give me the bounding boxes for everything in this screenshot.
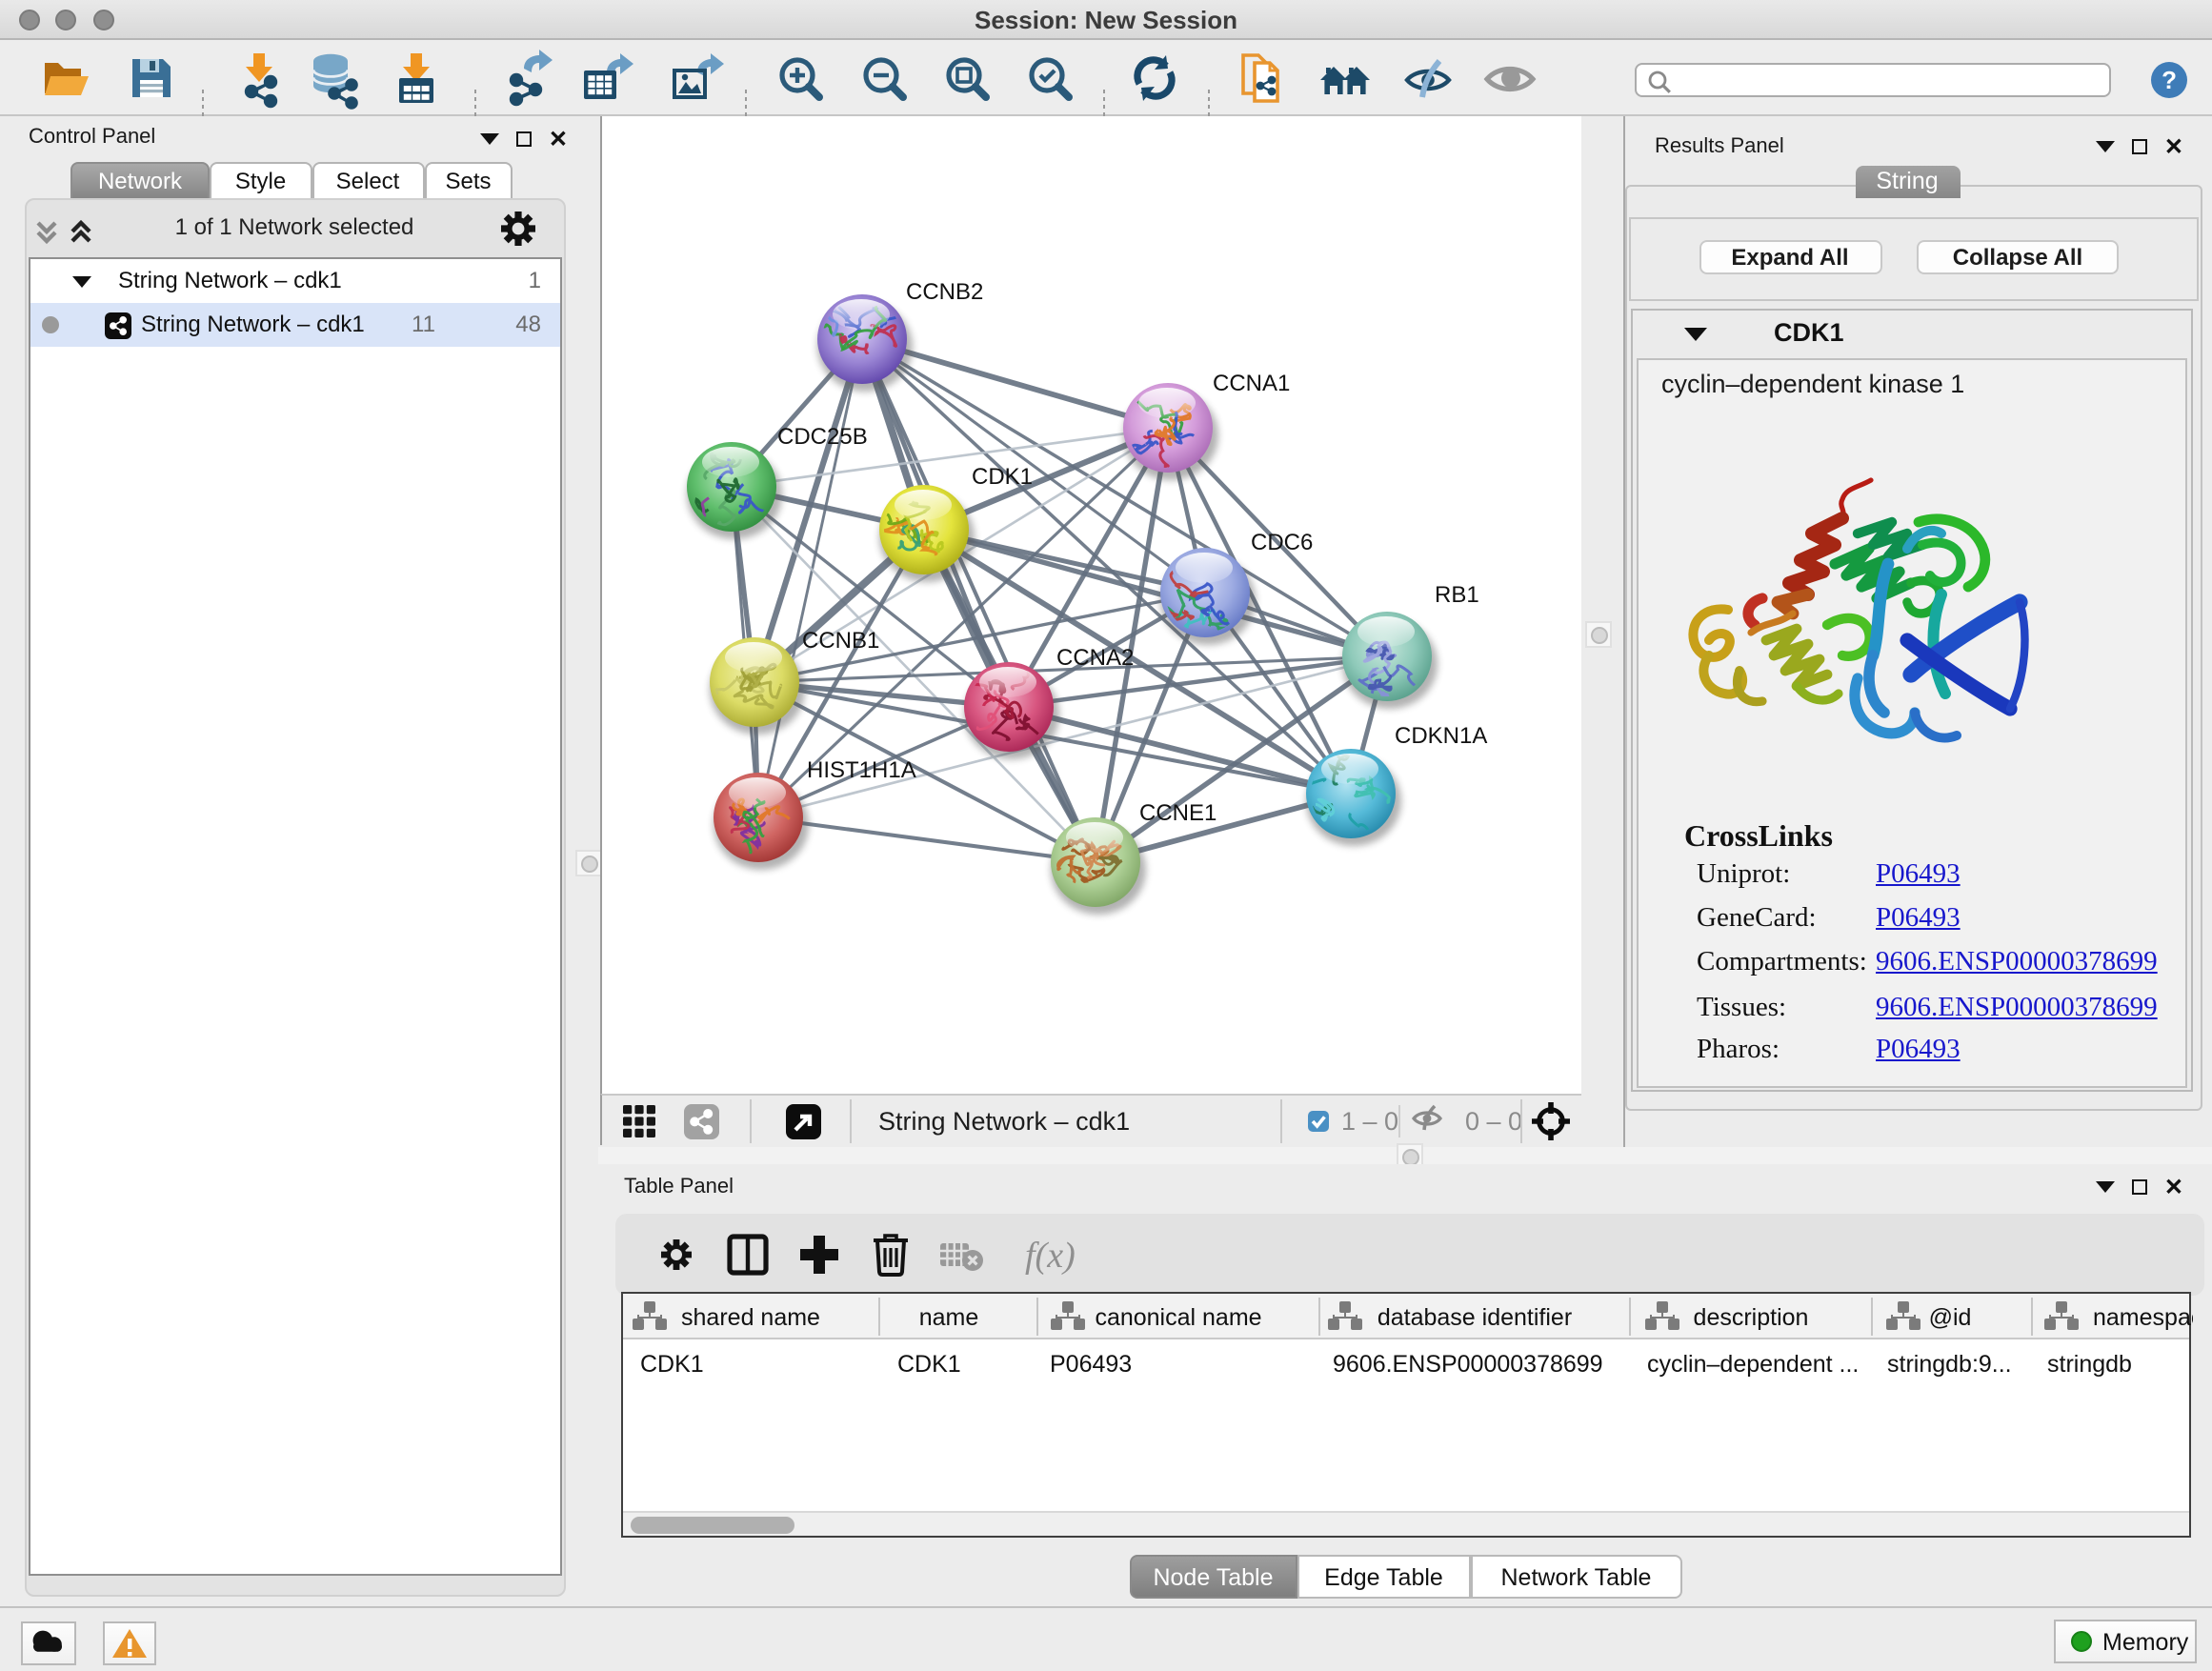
svg-text:database identifier: database identifier [1377,1304,1572,1331]
svg-text:0 – 0: 0 – 0 [1465,1106,1522,1135]
svg-text:CCNA1: CCNA1 [1213,370,1290,395]
svg-text:HIST1H1A: HIST1H1A [807,756,916,782]
svg-text:description: description [1694,1304,1809,1331]
svg-text:CDC6: CDC6 [1251,529,1313,554]
svg-text:f(x): f(x) [1025,1236,1076,1276]
svg-text:1 – 0: 1 – 0 [1341,1106,1398,1135]
svg-text:?: ? [2162,66,2177,94]
svg-text:CCNA2: CCNA2 [1056,644,1134,670]
svg-text:CDKN1A: CDKN1A [1395,722,1487,748]
svg-text:RB1: RB1 [1435,581,1479,607]
svg-text:CCNE1: CCNE1 [1139,799,1217,825]
svg-text:name: name [919,1304,979,1331]
svg-text:CDC25B: CDC25B [777,423,868,449]
svg-text:canonical name: canonical name [1095,1304,1261,1331]
svg-text:CDK1: CDK1 [972,463,1033,489]
svg-text:CCNB2: CCNB2 [906,278,983,304]
svg-text:shared name: shared name [681,1304,820,1331]
svg-text:String Network – cdk1: String Network – cdk1 [878,1106,1130,1135]
svg-text:@id: @id [1929,1304,1972,1331]
svg-text:CCNB1: CCNB1 [802,627,879,653]
svg-text:namespac: namespac [2093,1304,2193,1331]
